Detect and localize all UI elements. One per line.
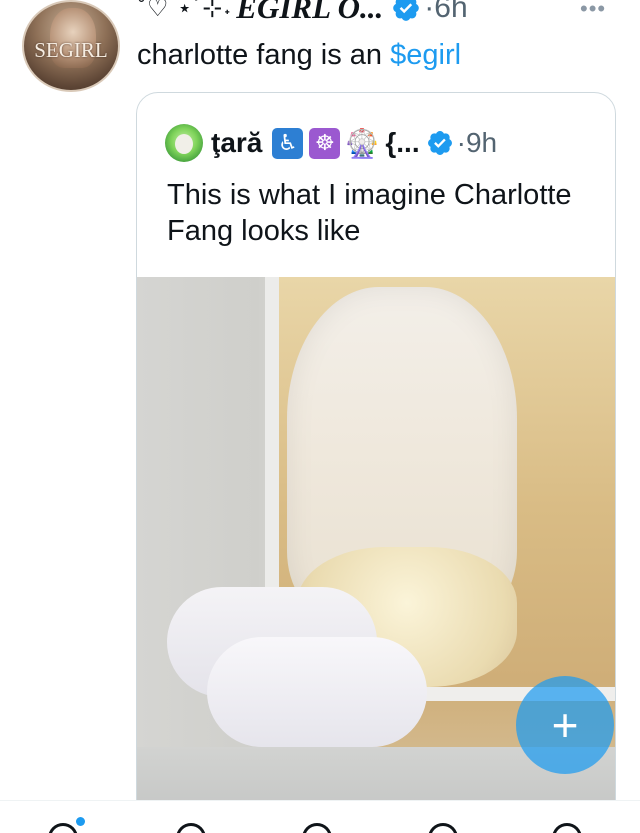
cashtag-link[interactable]: $egirl [390, 39, 461, 71]
messages-icon[interactable] [552, 823, 582, 833]
tweet[interactable]: SEGIRL ˚♡ ⋆˙⊹˖ EGIRL O... · 6h ••• charl… [0, 0, 640, 833]
display-name[interactable]: EGIRL O... [236, 0, 383, 26]
notifications-icon[interactable] [428, 823, 458, 833]
tweet-text-body: charlotte fang is an [137, 39, 391, 71]
user-avatar[interactable]: SEGIRL [22, 0, 120, 92]
notification-dot [76, 817, 85, 826]
home-icon[interactable] [48, 823, 78, 833]
quoted-avatar-face [175, 134, 193, 154]
quoted-time-separator: · [456, 127, 466, 158]
name-sparkles: ˚♡ ⋆˙⊹˖ [138, 0, 233, 22]
quoted-tweet-header: ţară ♿ ☸ 🎡 {... · 9h [165, 123, 497, 163]
dharma-wheel-emoji-icon: ☸ [309, 127, 341, 159]
verified-badge-icon [393, 0, 420, 21]
communities-icon[interactable] [302, 823, 332, 833]
photo-figure-leg [207, 637, 427, 747]
tweet-time[interactable]: 6h [434, 0, 467, 25]
search-icon[interactable] [176, 823, 206, 833]
avatar-logo-text: SEGIRL [34, 38, 108, 62]
bottom-navigation [0, 800, 640, 833]
quoted-display-name[interactable]: ţară [211, 127, 262, 159]
ferris-wheel-emoji-icon: 🎡 [344, 127, 380, 159]
quoted-name-truncated: {... [385, 127, 420, 158]
quoted-tweet-text: This is what I imagine Charlotte Fang lo… [167, 179, 572, 247]
quoted-tweet-time[interactable]: 9h [466, 127, 497, 159]
quoted-verified-badge-icon [427, 131, 452, 155]
tweet-header: ˚♡ ⋆˙⊹˖ EGIRL O... · 6h [138, 0, 468, 26]
more-icon[interactable]: ••• [580, 0, 606, 22]
time-separator: · [424, 0, 435, 24]
tweet-text: charlotte fang is an $egirl [137, 38, 461, 72]
compose-plus-icon[interactable]: + [516, 676, 614, 774]
quoted-user-avatar[interactable] [165, 124, 203, 162]
wheelchair-emoji-icon: ♿ [272, 127, 304, 159]
